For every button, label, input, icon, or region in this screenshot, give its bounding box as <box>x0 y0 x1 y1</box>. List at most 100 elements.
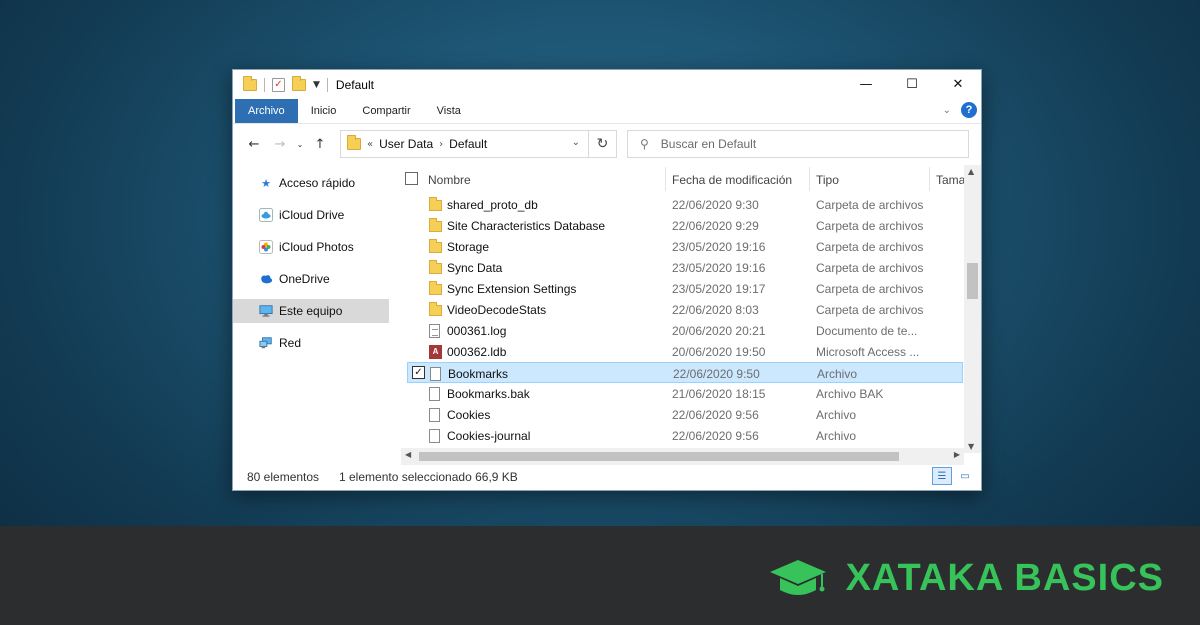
file-row[interactable]: Cookies 22/06/2020 9:56 Archivo <box>407 404 963 425</box>
tab-vista[interactable]: Vista <box>424 99 474 123</box>
sidebar-item-label: iCloud Photos <box>279 240 354 254</box>
column-divider[interactable] <box>809 167 810 191</box>
forward-arrow-icon[interactable]: → <box>267 137 293 152</box>
customize-toolbar-dropdown-icon[interactable]: ▼ <box>313 80 320 90</box>
file-list-view: ⌃ Nombre Fecha de modificación Tipo Tama… <box>401 165 981 465</box>
file-type: Documento de te... <box>816 324 918 338</box>
file-row-selected[interactable]: ✓ Bookmarks 22/06/2020 9:50 Archivo <box>407 362 963 383</box>
file-row[interactable]: shared_proto_db 22/06/2020 9:30 Carpeta … <box>407 194 963 215</box>
file-date: 22/06/2020 9:56 <box>672 408 759 422</box>
sidebar-item-este-equipo[interactable]: Este equipo <box>233 299 389 323</box>
file-date: 20/06/2020 20:21 <box>672 324 766 338</box>
sidebar-item-red[interactable]: Red <box>233 331 389 355</box>
file-type: Carpeta de archivos <box>816 240 924 254</box>
window-controls: — ☐ ✕ <box>843 70 981 99</box>
file-date: 22/06/2020 8:03 <box>672 303 759 317</box>
file-type: Archivo BAK <box>816 387 884 401</box>
text-document-icon <box>429 324 440 338</box>
search-box[interactable]: ⚲ <box>627 130 969 158</box>
sidebar-item-acceso-rapido[interactable]: ★ Acceso rápido <box>233 171 389 195</box>
file-date: 22/06/2020 9:29 <box>672 219 759 233</box>
vertical-scroll-thumb[interactable] <box>967 263 978 299</box>
tab-archivo[interactable]: Archivo <box>235 99 298 123</box>
recent-locations-chevron-icon[interactable]: ⌄ <box>293 140 307 149</box>
tab-inicio[interactable]: Inicio <box>298 99 350 123</box>
sidebar-item-label: Red <box>279 336 302 350</box>
column-header-nombre[interactable]: Nombre <box>428 173 471 187</box>
sidebar-item-icloud-drive[interactable]: iCloud Drive <box>233 203 389 227</box>
maximize-button[interactable]: ☐ <box>889 70 935 99</box>
file-row[interactable]: Storage 23/05/2020 19:16 Carpeta de arch… <box>407 236 963 257</box>
vertical-scrollbar[interactable]: ▲ ▼ <box>964 165 981 453</box>
file-name: Site Characteristics Database <box>447 219 606 233</box>
sidebar-item-onedrive[interactable]: OneDrive <box>233 267 389 291</box>
file-date: 23/05/2020 19:16 <box>672 240 766 254</box>
search-icon: ⚲ <box>640 137 649 151</box>
file-row[interactable]: VideoDecodeStats 22/06/2020 8:03 Carpeta… <box>407 299 963 320</box>
file-icon <box>429 387 440 401</box>
file-name: Sync Extension Settings <box>447 282 577 296</box>
file-name: Bookmarks <box>448 367 509 381</box>
file-name: Bookmarks.bak <box>447 387 530 401</box>
file-row[interactable]: Site Characteristics Database 22/06/2020… <box>407 215 963 236</box>
file-row[interactable]: Bookmarks.bak 21/06/2020 18:15 Archivo B… <box>407 383 963 404</box>
breadcrumb-default[interactable]: Default <box>449 137 487 151</box>
help-icon[interactable]: ? <box>961 102 977 118</box>
folder-icon <box>429 197 442 211</box>
breadcrumb-user-data[interactable]: User Data <box>379 137 433 151</box>
sidebar-item-label: iCloud Drive <box>279 208 345 222</box>
new-folder-icon[interactable] <box>292 75 306 91</box>
file-icon <box>429 429 440 443</box>
breadcrumb-chevron-icon[interactable]: › <box>439 139 443 150</box>
file-row[interactable]: Cookies-journal 22/06/2020 9:56 Archivo <box>407 425 963 446</box>
search-input[interactable] <box>660 137 931 151</box>
large-icons-view-icon[interactable]: ▭ <box>955 467 975 485</box>
sidebar-item-label: OneDrive <box>279 272 330 286</box>
navigation-bar: ← → ⌄ ↑ « User Data › Default ⌄ ↻ ⚲ <box>233 124 981 164</box>
close-button[interactable]: ✕ <box>935 70 981 99</box>
select-all-checkbox[interactable] <box>405 172 418 185</box>
status-bar: 80 elementos 1 elemento seleccionado 66,… <box>233 463 981 490</box>
column-divider[interactable] <box>929 167 930 191</box>
file-icon <box>430 367 441 381</box>
tab-compartir[interactable]: Compartir <box>349 99 423 123</box>
file-date: 20/06/2020 19:50 <box>672 345 766 359</box>
file-row[interactable]: Sync Data 23/05/2020 19:16 Carpeta de ar… <box>407 257 963 278</box>
properties-icon[interactable]: ✓ <box>272 77 285 92</box>
ribbon-right-controls: ⌄ ? <box>943 102 977 118</box>
selection-info: 1 elemento seleccionado 66,9 KB <box>339 470 518 484</box>
refresh-icon[interactable]: ↻ <box>588 131 616 157</box>
access-database-icon: A <box>429 345 442 359</box>
breadcrumb-overflow[interactable]: « <box>367 139 373 150</box>
scroll-left-arrow-icon[interactable]: ◀ <box>405 450 411 459</box>
column-header-tamano[interactable]: Tama <box>936 173 965 187</box>
expand-ribbon-chevron-icon[interactable]: ⌄ <box>943 105 951 116</box>
row-checkbox[interactable]: ✓ <box>412 366 425 379</box>
scroll-right-arrow-icon[interactable]: ▶ <box>954 450 960 459</box>
graduation-cap-icon <box>769 560 826 595</box>
view-switcher: ☰ ▭ <box>932 467 975 485</box>
file-row[interactable]: 000361.log 20/06/2020 20:21 Documento de… <box>407 320 963 341</box>
star-icon: ★ <box>261 176 271 190</box>
up-arrow-icon[interactable]: ↑ <box>307 137 333 152</box>
scroll-down-arrow-icon[interactable]: ▼ <box>968 442 974 451</box>
address-history-dropdown-icon[interactable]: ⌄ <box>572 137 580 148</box>
horizontal-scroll-thumb[interactable] <box>419 452 899 461</box>
minimize-button[interactable]: — <box>843 70 889 99</box>
navigation-pane: ★ Acceso rápido iCloud Drive iCloud Phot… <box>233 165 399 465</box>
icloud-photos-icon <box>259 240 273 254</box>
folder-icon <box>429 260 442 274</box>
file-row[interactable]: Sync Extension Settings 23/05/2020 19:17… <box>407 278 963 299</box>
sidebar-item-icloud-photos[interactable]: iCloud Photos <box>233 235 389 259</box>
back-arrow-icon[interactable]: ← <box>241 137 267 152</box>
column-header-tipo[interactable]: Tipo <box>816 173 839 187</box>
column-header-fecha[interactable]: Fecha de modificación <box>672 173 792 187</box>
file-date: 23/05/2020 19:17 <box>672 282 766 296</box>
scroll-up-arrow-icon[interactable]: ▲ <box>968 167 974 176</box>
toolbar-divider <box>264 77 265 92</box>
address-folder-icon <box>347 135 361 150</box>
details-view-icon[interactable]: ☰ <box>932 467 952 485</box>
address-bar[interactable]: « User Data › Default ⌄ ↻ <box>340 130 617 158</box>
file-row[interactable]: A 000362.ldb 20/06/2020 19:50 Microsoft … <box>407 341 963 362</box>
column-divider[interactable] <box>665 167 666 191</box>
